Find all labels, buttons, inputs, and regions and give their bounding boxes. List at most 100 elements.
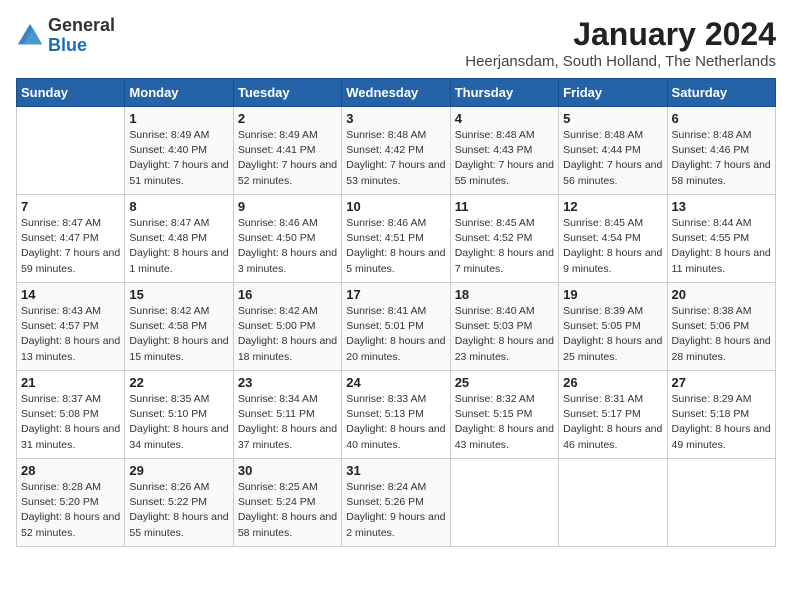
calendar-cell: 8Sunrise: 8:47 AM Sunset: 4:48 PM Daylig… [125, 195, 233, 283]
calendar-cell: 27 Sunrise: 8:29 AM Sunset: 5:18 PM Dayli… [667, 371, 775, 459]
calendar-cell: 31Sunrise: 8:24 AM Sunset: 5:26 PM Dayli… [342, 459, 450, 547]
day-number: 19 [563, 287, 662, 302]
header-sunday: Sunday [17, 79, 125, 107]
calendar-cell: 13 Sunrise: 8:44 AM Sunset: 4:55 PM Dayli… [667, 195, 775, 283]
weekday-header-row: Sunday Monday Tuesday Wednesday Thursday… [17, 79, 776, 107]
location-subtitle: Heerjansdam, South Holland, The Netherla… [465, 53, 776, 70]
day-number: 30 [238, 463, 337, 478]
day-number: 25 [455, 375, 554, 390]
calendar-week-row: 7 Sunrise: 8:47 AM Sunset: 4:47 PM Daylig… [17, 195, 776, 283]
page-header: General Blue January 2024 Heerjansdam, S… [16, 16, 776, 70]
day-number: 8 [129, 199, 228, 214]
day-number: 23 [238, 375, 337, 390]
day-info: Sunrise: 8:42 AM Sunset: 5:00 PM Dayligh… [238, 304, 337, 365]
calendar-cell: 18 Sunrise: 8:40 AM Sunset: 5:03 PM Dayli… [450, 283, 558, 371]
day-info: Sunrise: 8:35 AM Sunset: 5:10 PM Dayligh… [129, 392, 228, 453]
day-number: 5 [563, 111, 662, 126]
calendar-cell: 9 Sunrise: 8:46 AM Sunset: 4:50 PM Daylig… [233, 195, 341, 283]
logo-blue-text: Blue [48, 35, 87, 55]
day-info: Sunrise: 8:43 AM Sunset: 4:57 PM Dayligh… [21, 304, 120, 365]
day-number: 1 [129, 111, 228, 126]
day-info: Sunrise: 8:41 AM Sunset: 5:01 PM Dayligh… [346, 304, 445, 365]
title-block: January 2024 Heerjansdam, South Holland,… [465, 16, 776, 70]
day-number: 15 [129, 287, 228, 302]
day-number: 22 [129, 375, 228, 390]
day-info: Sunrise: 8:45 AM Sunset: 4:52 PM Dayligh… [455, 216, 554, 277]
day-info: Sunrise: 8:44 AM Sunset: 4:55 PM Dayligh… [672, 216, 771, 277]
day-number: 13 [672, 199, 771, 214]
day-number: 9 [238, 199, 337, 214]
day-info: Sunrise: 8:25 AM Sunset: 5:24 PM Dayligh… [238, 480, 337, 541]
day-info: Sunrise: 8:48 AM Sunset: 4:44 PM Dayligh… [563, 128, 662, 189]
day-number: 7 [21, 199, 120, 214]
calendar-cell: 21 Sunrise: 8:37 AM Sunset: 5:08 PM Dayli… [17, 371, 125, 459]
day-number: 12 [563, 199, 662, 214]
calendar-cell [559, 459, 667, 547]
day-number: 14 [21, 287, 120, 302]
calendar-cell: 12 Sunrise: 8:45 AM Sunset: 4:54 PM Dayli… [559, 195, 667, 283]
header-monday: Monday [125, 79, 233, 107]
calendar-cell: 23 Sunrise: 8:34 AM Sunset: 5:11 PM Dayli… [233, 371, 341, 459]
day-number: 17 [346, 287, 445, 302]
calendar-cell: 10Sunrise: 8:46 AM Sunset: 4:51 PM Dayli… [342, 195, 450, 283]
header-saturday: Saturday [667, 79, 775, 107]
calendar-cell: 17 Sunrise: 8:41 AM Sunset: 5:01 PM Dayli… [342, 283, 450, 371]
calendar-cell [450, 459, 558, 547]
day-info: Sunrise: 8:48 AM Sunset: 4:46 PM Dayligh… [672, 128, 771, 189]
calendar-cell: 28 Sunrise: 8:28 AM Sunset: 5:20 PM Dayli… [17, 459, 125, 547]
calendar-cell: 1 Sunrise: 8:49 AM Sunset: 4:40 PM Daylig… [125, 107, 233, 195]
day-number: 3 [346, 111, 445, 126]
calendar-cell [17, 107, 125, 195]
day-number: 31 [346, 463, 445, 478]
day-info: Sunrise: 8:48 AM Sunset: 4:43 PM Dayligh… [455, 128, 554, 189]
day-info: Sunrise: 8:42 AM Sunset: 4:58 PM Dayligh… [129, 304, 228, 365]
calendar-cell: 6 Sunrise: 8:48 AM Sunset: 4:46 PM Daylig… [667, 107, 775, 195]
day-number: 2 [238, 111, 337, 126]
day-info: Sunrise: 8:37 AM Sunset: 5:08 PM Dayligh… [21, 392, 120, 453]
calendar-cell: 14 Sunrise: 8:43 AM Sunset: 4:57 PM Dayli… [17, 283, 125, 371]
day-info: Sunrise: 8:34 AM Sunset: 5:11 PM Dayligh… [238, 392, 337, 453]
month-title: January 2024 [465, 16, 776, 53]
day-number: 18 [455, 287, 554, 302]
day-number: 27 [672, 375, 771, 390]
day-info: Sunrise: 8:39 AM Sunset: 5:05 PM Dayligh… [563, 304, 662, 365]
calendar-week-row: 1 Sunrise: 8:49 AM Sunset: 4:40 PM Daylig… [17, 107, 776, 195]
day-info: Sunrise: 8:40 AM Sunset: 5:03 PM Dayligh… [455, 304, 554, 365]
calendar-cell: 24Sunrise: 8:33 AM Sunset: 5:13 PM Dayli… [342, 371, 450, 459]
day-info: Sunrise: 8:28 AM Sunset: 5:20 PM Dayligh… [21, 480, 120, 541]
day-number: 6 [672, 111, 771, 126]
logo-icon [16, 22, 44, 50]
day-number: 21 [21, 375, 120, 390]
day-info: Sunrise: 8:31 AM Sunset: 5:17 PM Dayligh… [563, 392, 662, 453]
day-info: Sunrise: 8:32 AM Sunset: 5:15 PM Dayligh… [455, 392, 554, 453]
calendar-cell: 22 Sunrise: 8:35 AM Sunset: 5:10 PM Dayli… [125, 371, 233, 459]
calendar-cell: 3 Sunrise: 8:48 AM Sunset: 4:42 PM Daylig… [342, 107, 450, 195]
day-info: Sunrise: 8:45 AM Sunset: 4:54 PM Dayligh… [563, 216, 662, 277]
day-number: 4 [455, 111, 554, 126]
calendar-cell: 4 Sunrise: 8:48 AM Sunset: 4:43 PM Daylig… [450, 107, 558, 195]
calendar-cell: 5 Sunrise: 8:48 AM Sunset: 4:44 PM Daylig… [559, 107, 667, 195]
day-number: 29 [129, 463, 228, 478]
calendar-week-row: 21 Sunrise: 8:37 AM Sunset: 5:08 PM Dayli… [17, 371, 776, 459]
calendar-cell [667, 459, 775, 547]
day-info: Sunrise: 8:49 AM Sunset: 4:40 PM Dayligh… [129, 128, 228, 189]
day-number: 28 [21, 463, 120, 478]
calendar-week-row: 28 Sunrise: 8:28 AM Sunset: 5:20 PM Dayli… [17, 459, 776, 547]
calendar-cell: 15 Sunrise: 8:42 AM Sunset: 4:58 PM Dayli… [125, 283, 233, 371]
calendar-cell: 26Sunrise: 8:31 AM Sunset: 5:17 PM Dayli… [559, 371, 667, 459]
calendar-cell: 19 Sunrise: 8:39 AM Sunset: 5:05 PM Dayli… [559, 283, 667, 371]
day-info: Sunrise: 8:29 AM Sunset: 5:18 PM Dayligh… [672, 392, 771, 453]
day-info: Sunrise: 8:47 AM Sunset: 4:47 PM Dayligh… [21, 216, 120, 277]
header-thursday: Thursday [450, 79, 558, 107]
calendar-cell: 29Sunrise: 8:26 AM Sunset: 5:22 PM Dayli… [125, 459, 233, 547]
day-info: Sunrise: 8:46 AM Sunset: 4:50 PM Dayligh… [238, 216, 337, 277]
logo: General Blue [16, 16, 115, 56]
calendar-cell: 25 Sunrise: 8:32 AM Sunset: 5:15 PM Dayli… [450, 371, 558, 459]
day-number: 16 [238, 287, 337, 302]
day-number: 10 [346, 199, 445, 214]
header-tuesday: Tuesday [233, 79, 341, 107]
logo-general-text: General [48, 15, 115, 35]
day-info: Sunrise: 8:33 AM Sunset: 5:13 PM Dayligh… [346, 392, 445, 453]
day-info: Sunrise: 8:48 AM Sunset: 4:42 PM Dayligh… [346, 128, 445, 189]
calendar-cell: 16 Sunrise: 8:42 AM Sunset: 5:00 PM Dayli… [233, 283, 341, 371]
